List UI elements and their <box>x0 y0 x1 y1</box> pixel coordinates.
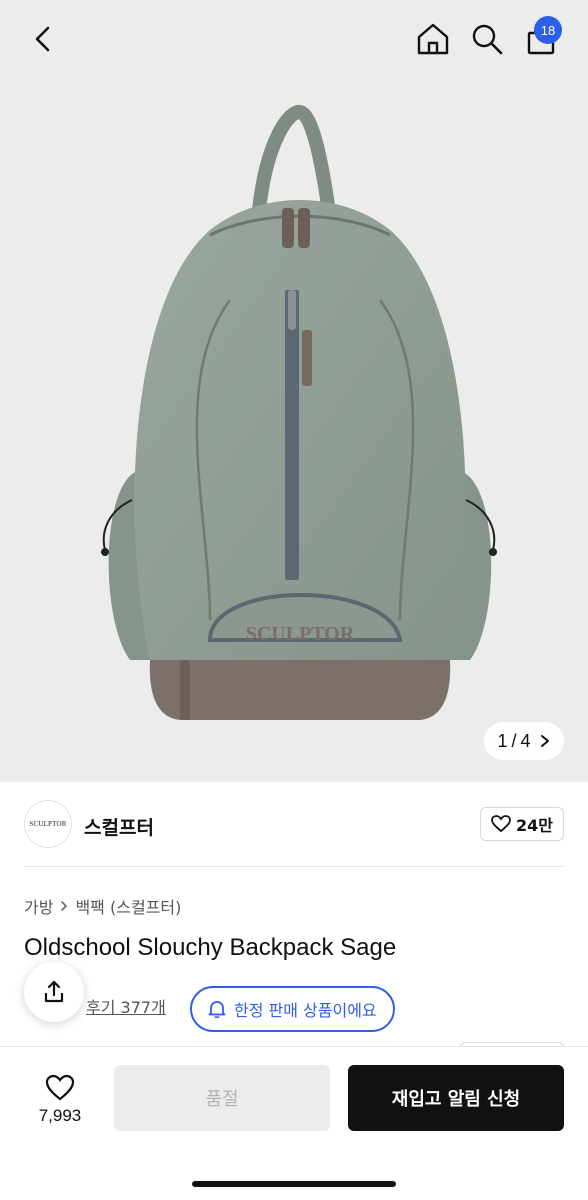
brand-like-button[interactable]: 24만 <box>480 807 564 841</box>
limited-sale-badge: 한정 판매 상품이에요 <box>190 986 395 1032</box>
wishlist-button[interactable]: 7,993 <box>24 1067 96 1133</box>
share-icon <box>44 980 64 1003</box>
home-icon <box>417 23 449 55</box>
bell-icon <box>208 1001 226 1019</box>
product-image: SCULPTOR <box>101 105 497 720</box>
home-button[interactable] <box>414 20 452 58</box>
gallery-separator: / <box>511 730 517 751</box>
gallery-total: 4 <box>520 730 531 751</box>
search-button[interactable] <box>468 20 506 58</box>
product-image-gallery[interactable]: SCULPTOR 18 1 / 4 <box>0 0 588 782</box>
cart-count-badge: 18 <box>534 16 562 44</box>
soldout-button: 품절 <box>114 1065 330 1131</box>
brand-logo-text: SCULPTOR <box>29 820 67 828</box>
back-button[interactable] <box>26 22 60 56</box>
restock-alert-button[interactable]: 재입고 알림 신청 <box>348 1065 564 1131</box>
breadcrumb-item-backpack[interactable]: 백팩 (스컬프터) <box>75 894 181 918</box>
breadcrumb-item-bags[interactable]: 가방 <box>24 894 53 918</box>
review-link[interactable]: 후기 377개 <box>86 994 166 1018</box>
home-indicator <box>192 1181 396 1187</box>
gallery-pager[interactable]: 1 / 4 <box>484 722 564 760</box>
product-title: Oldschool Slouchy Backpack Sage <box>24 934 397 961</box>
brand-like-count: 24만 <box>516 816 553 835</box>
limited-sale-text: 한정 판매 상품이에요 <box>234 1001 377 1020</box>
svg-text:SCULPTOR: SCULPTOR <box>246 623 355 645</box>
brand-row: SCULPTOR 스컬프터 24만 <box>24 800 564 850</box>
back-icon <box>35 26 50 52</box>
search-icon <box>472 24 503 55</box>
heart-icon <box>45 1074 75 1101</box>
chevron-right-icon <box>540 735 549 747</box>
top-navigation-bar: 18 <box>0 0 588 80</box>
breadcrumb: 가방 백팩 (스컬프터) <box>24 894 181 918</box>
chevron-right-icon <box>61 901 68 911</box>
brand-logo[interactable]: SCULPTOR <box>24 800 72 848</box>
share-button[interactable] <box>24 962 84 1022</box>
brand-name[interactable]: 스컬프터 <box>84 813 154 840</box>
wishlist-count: 7,993 <box>38 1106 82 1125</box>
section-divider <box>24 866 564 867</box>
heart-icon <box>491 815 511 833</box>
gallery-current-index: 1 <box>497 730 508 751</box>
bottom-action-bar: 7,993 품절 재입고 알림 신청 <box>0 1046 588 1200</box>
